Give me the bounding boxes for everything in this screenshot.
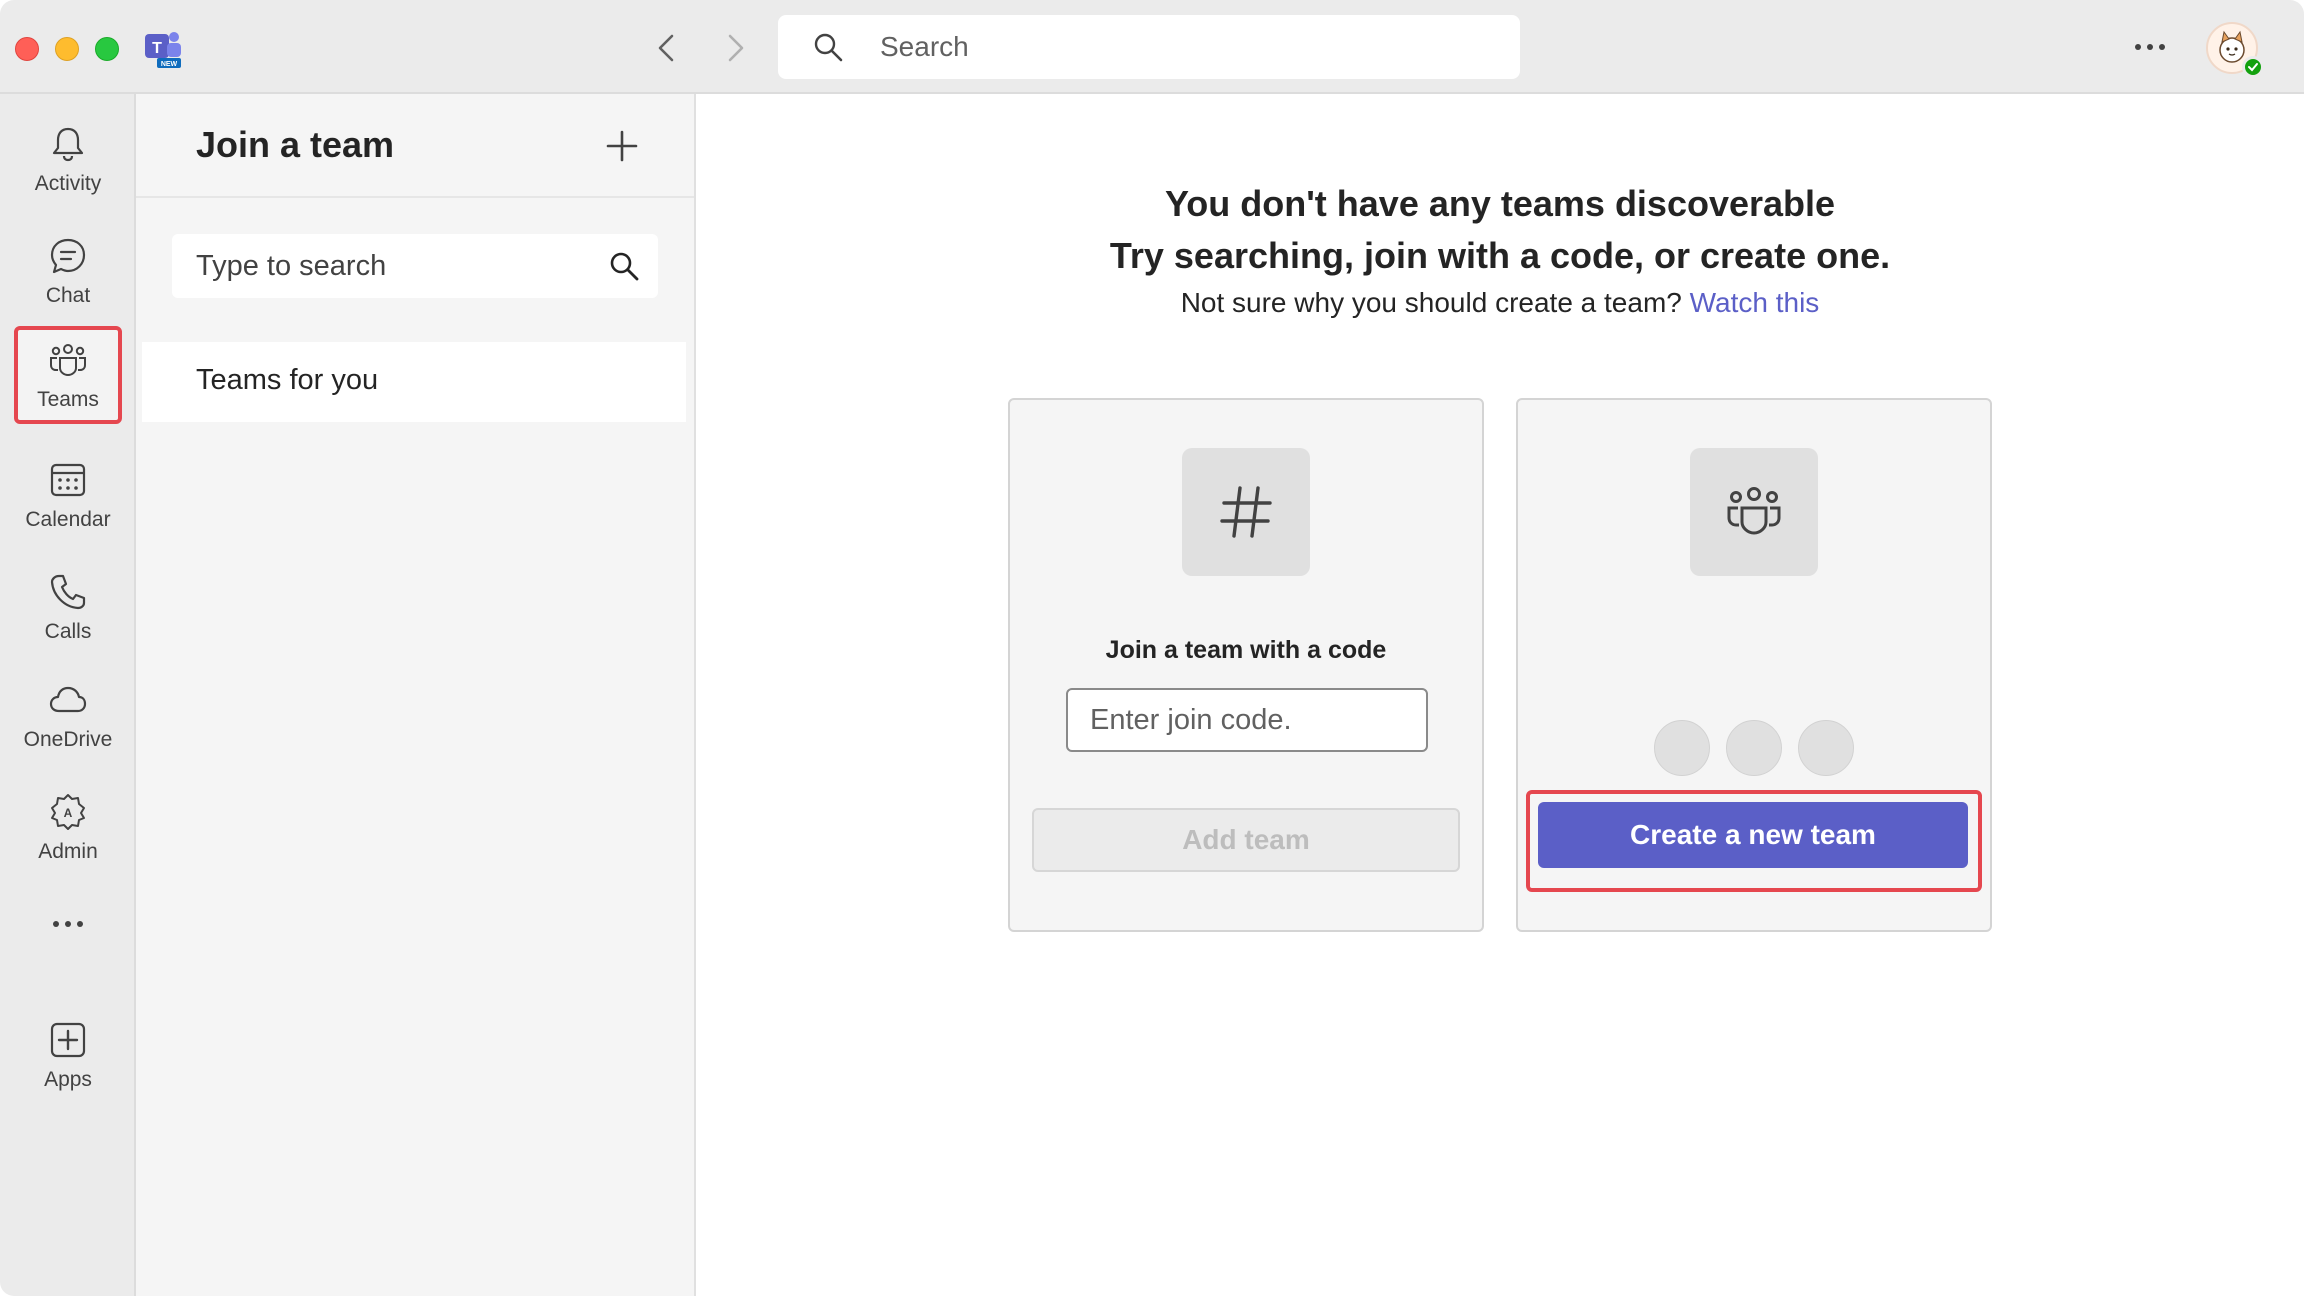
calendar-icon [50, 463, 86, 497]
list-item-label: Teams for you [196, 364, 379, 396]
placeholder-avatar [1798, 720, 1854, 776]
forward-arrow-icon[interactable] [714, 28, 754, 68]
empty-state-subtext: Not sure why you should create a team? W… [696, 280, 2304, 326]
rail-item-apps[interactable]: Apps [14, 1006, 122, 1104]
rail-item-label: Activity [34, 172, 102, 195]
watch-this-link[interactable]: Watch this [1690, 287, 1820, 318]
rail-item-onedrive[interactable]: OneDrive [14, 666, 122, 764]
search-icon [814, 33, 843, 62]
new-badge: NEW [161, 61, 178, 68]
rail-item-activity[interactable]: Activity [14, 110, 122, 208]
empty-state-message: You don't have any teams discoverable Tr… [696, 178, 2304, 326]
rail-item-label: Calls [44, 620, 92, 643]
chat-icon [50, 238, 86, 274]
join-with-code-card: Join a team with a code Add team [1008, 398, 1484, 932]
maximize-window-button[interactable] [95, 37, 119, 61]
hashtag-tile [1182, 448, 1310, 576]
rail-item-admin[interactable]: A Admin [14, 778, 122, 876]
teams-window: T NEW Search Activity Chat Teams Calenda… [0, 0, 2304, 1296]
global-search-box[interactable]: Search [778, 15, 1520, 79]
more-options-icon[interactable] [2130, 30, 2170, 64]
app-rail: Activity Chat Teams Calendar Calls OneDr… [0, 94, 136, 1296]
list-item-teams-for-you[interactable]: Teams for you [142, 342, 686, 422]
join-code-input[interactable] [1068, 690, 1426, 750]
placeholder-avatar [1654, 720, 1710, 776]
global-search-placeholder: Search [880, 31, 969, 62]
rail-item-label: OneDrive [23, 728, 113, 751]
close-window-button[interactable] [15, 37, 39, 61]
rail-item-label: Calendar [25, 508, 111, 531]
team-search-box[interactable] [172, 234, 658, 298]
status-available-icon [2242, 56, 2264, 78]
phone-icon [50, 574, 86, 610]
rail-item-label: Chat [45, 284, 91, 307]
rail-item-teams[interactable]: Teams [14, 326, 122, 424]
empty-state-heading: You don't have any teams discoverable [1164, 183, 1836, 224]
title-bar: T NEW Search [0, 0, 2304, 94]
rail-item-chat[interactable]: Chat [14, 222, 122, 320]
placeholder-avatars [1654, 720, 1864, 778]
team-search-input[interactable] [172, 234, 592, 298]
create-new-team-button[interactable]: Create a new team [1538, 802, 1968, 868]
rail-item-label: Apps [44, 1068, 92, 1091]
svg-text:T: T [152, 40, 162, 57]
subtext-question: Not sure why you should create a team? [1180, 287, 1682, 318]
rail-item-calendar[interactable]: Calendar [14, 446, 122, 544]
hashtag-icon [1220, 486, 1272, 538]
back-arrow-icon[interactable] [648, 28, 688, 68]
add-app-icon [50, 1022, 86, 1058]
more-icon [53, 921, 83, 927]
bell-icon [52, 127, 84, 162]
panel-divider [136, 196, 694, 198]
placeholder-avatar [1726, 720, 1782, 776]
svg-text:A: A [64, 806, 73, 820]
teams-icon [1727, 487, 1781, 535]
teams-icon [50, 344, 86, 377]
teams-logo-icon: T NEW [145, 32, 181, 68]
cloud-icon [49, 686, 87, 713]
panel-title: Join a team [196, 124, 395, 165]
minimize-window-button[interactable] [55, 37, 79, 61]
plus-icon[interactable] [602, 126, 642, 166]
rail-more-apps[interactable] [14, 894, 122, 954]
join-team-panel: Join a team Teams for you [136, 94, 696, 1296]
rail-item-calls[interactable]: Calls [14, 558, 122, 656]
add-team-button[interactable]: Add team [1032, 808, 1460, 872]
empty-state-subheading: Try searching, join with a code, or crea… [1109, 235, 1891, 276]
join-card-heading: Join a team with a code [1105, 636, 1387, 664]
admin-icon: A [51, 794, 85, 830]
join-code-field[interactable] [1066, 688, 1428, 752]
search-icon[interactable] [608, 250, 640, 282]
main-content: You don't have any teams discoverable Tr… [696, 94, 2304, 1296]
teams-tile [1690, 448, 1818, 576]
create-team-card: Create a new team [1516, 398, 1992, 932]
rail-item-label: Teams [37, 388, 99, 411]
rail-item-label: Admin [38, 840, 98, 863]
